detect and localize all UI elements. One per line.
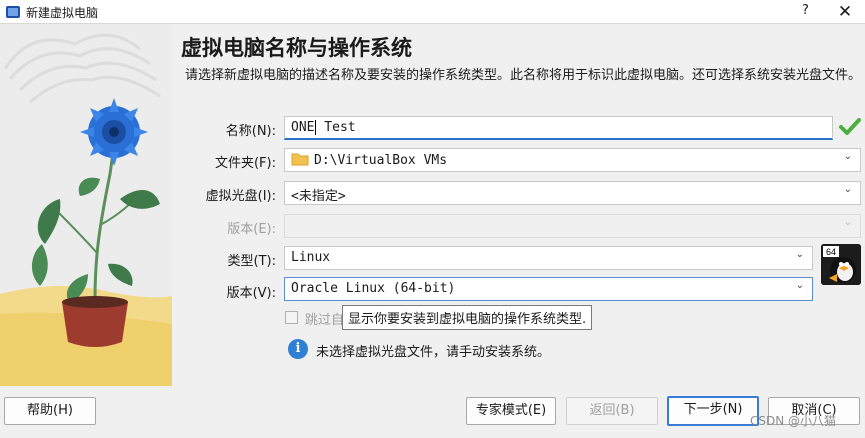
folder-value: D:\VirtualBox VMs	[314, 153, 448, 168]
linux-penguin-icon: 64	[821, 244, 861, 285]
iso-value: <未指定>	[291, 189, 346, 204]
checkmark-icon	[839, 118, 861, 135]
name-label: 名称(N):	[225, 124, 276, 139]
illustration-panel	[0, 24, 172, 386]
name-field[interactable]: ONE Test	[284, 116, 833, 140]
plant-illustration	[0, 24, 172, 386]
folder-label: 文件夹(F):	[214, 156, 276, 171]
edition-label: 版本(E):	[227, 222, 276, 237]
version-value: Oracle Linux (64-bit)	[291, 281, 456, 296]
chevron-down-icon: ⌄	[843, 217, 852, 228]
os-badge-text: 64	[826, 247, 836, 257]
title-bar: 新建虚拟电脑 ? ✕	[0, 0, 865, 24]
type-value: Linux	[291, 250, 331, 265]
version-select[interactable]: Oracle Linux (64-bit) ⌄	[284, 277, 813, 301]
page-title: 虚拟电脑名称与操作系统	[181, 36, 412, 60]
chevron-down-icon: ⌄	[843, 184, 852, 195]
help-title-button[interactable]: ?	[802, 3, 809, 18]
virtualbox-icon	[6, 6, 20, 18]
os-type-icon: 64	[821, 244, 861, 285]
type-select[interactable]: Linux ⌄	[284, 246, 813, 270]
skip-unattended-label: 跳过自	[305, 313, 345, 328]
tooltip: 显示你要安装到虚拟电脑的操作系统类型.	[342, 305, 593, 330]
help-button[interactable]: 帮助(H)	[4, 397, 96, 425]
chevron-down-icon: ⌄	[795, 249, 804, 260]
watermark: CSDN @小八猫	[750, 414, 837, 428]
expert-mode-button[interactable]: 专家模式(E)	[466, 397, 556, 425]
skip-unattended-checkbox[interactable]	[285, 311, 298, 324]
chevron-down-icon: ⌄	[795, 280, 804, 291]
page-description: 请选择新虚拟电脑的描述名称及要安装的操作系统类型。此名称将用于标识此虚拟电脑。还…	[185, 68, 862, 83]
iso-select[interactable]: <未指定> ⌄	[284, 181, 861, 205]
close-button[interactable]: ✕	[832, 1, 858, 23]
name-value-start: ONE	[291, 120, 315, 135]
back-button: 返回(B)	[566, 397, 658, 425]
iso-label: 虚拟光盘(I):	[205, 189, 276, 204]
name-value-end: Test	[316, 120, 356, 135]
version-label: 版本(V):	[226, 286, 276, 301]
folder-icon	[291, 153, 309, 166]
chevron-down-icon: ⌄	[843, 151, 852, 162]
folder-select[interactable]: D:\VirtualBox VMs ⌄	[284, 148, 861, 172]
info-message: 未选择虚拟光盘文件，请手动安装系统。	[316, 345, 551, 360]
next-button[interactable]: 下一步(N)	[667, 396, 759, 426]
info-icon: i	[288, 339, 308, 359]
edition-select: ⌄	[284, 214, 861, 238]
type-label: 类型(T):	[227, 254, 276, 269]
window-title: 新建虚拟电脑	[26, 6, 99, 20]
